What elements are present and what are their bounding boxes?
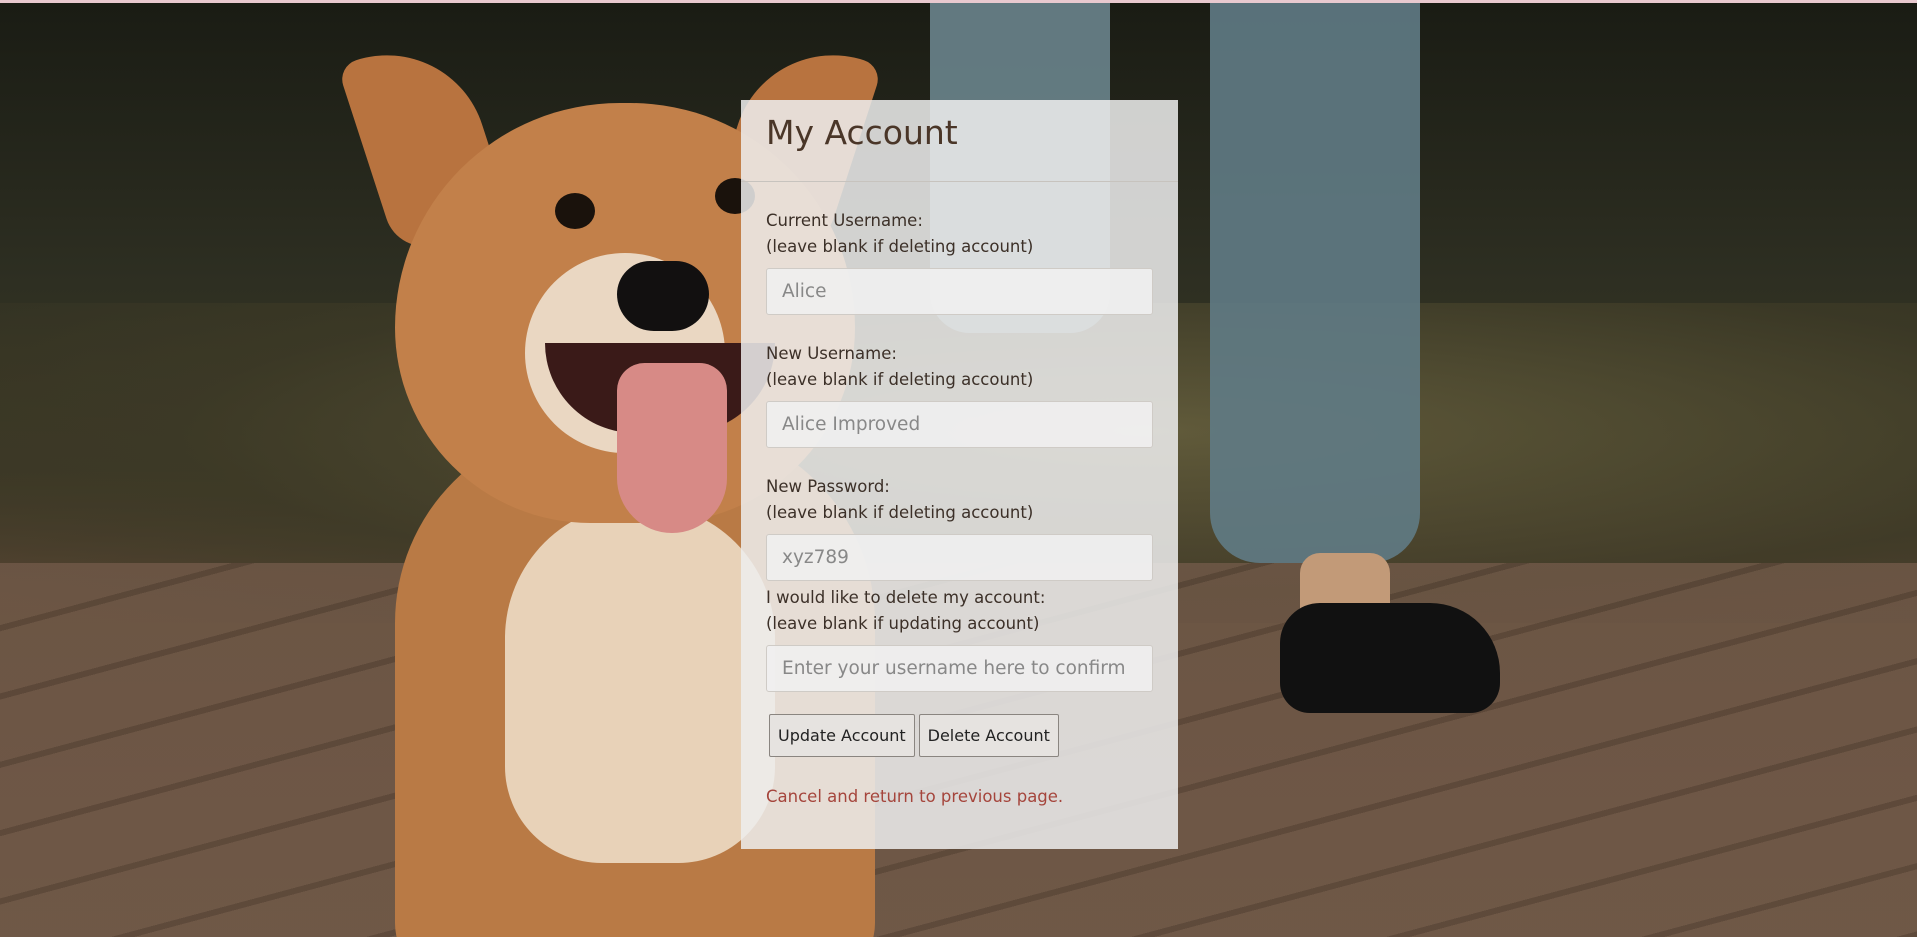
update-account-button[interactable]: Update Account	[769, 714, 915, 757]
delete-confirm-hint: (leave blank if updating account)	[766, 614, 1040, 633]
new-username-label: New Username:	[766, 344, 897, 363]
new-password-input[interactable]	[766, 534, 1153, 581]
account-form: Current Username: (leave blank if deleti…	[741, 182, 1178, 806]
current-username-input[interactable]	[766, 268, 1153, 315]
account-panel: My Account Current Username: (leave blan…	[741, 100, 1178, 849]
new-password-label: New Password:	[766, 477, 890, 496]
current-username-label: Current Username:	[766, 211, 923, 230]
new-username-hint: (leave blank if deleting account)	[766, 370, 1034, 389]
page-title: My Account	[766, 113, 958, 152]
background-shoe	[1280, 603, 1500, 713]
new-username-input[interactable]	[766, 401, 1153, 448]
dog-eye-left	[555, 193, 595, 229]
cancel-link[interactable]: Cancel and return to previous page.	[766, 787, 1153, 806]
dog-tongue	[617, 363, 727, 533]
current-username-hint: (leave blank if deleting account)	[766, 237, 1034, 256]
delete-account-button[interactable]: Delete Account	[918, 714, 1059, 757]
delete-confirm-group: I would like to delete my account: (leav…	[766, 585, 1153, 692]
background-leg	[1210, 3, 1420, 563]
delete-confirm-label: I would like to delete my account:	[766, 588, 1046, 607]
panel-header: My Account	[741, 100, 1178, 182]
new-password-group: New Password: (leave blank if deleting a…	[766, 474, 1153, 581]
form-buttons: Update Account Delete Account	[769, 714, 1153, 757]
delete-confirm-input[interactable]	[766, 645, 1153, 692]
current-username-group: Current Username: (leave blank if deleti…	[766, 208, 1153, 315]
new-username-group: New Username: (leave blank if deleting a…	[766, 341, 1153, 448]
dog-nose	[617, 261, 709, 331]
new-password-hint: (leave blank if deleting account)	[766, 503, 1034, 522]
dog-chest	[505, 503, 775, 863]
